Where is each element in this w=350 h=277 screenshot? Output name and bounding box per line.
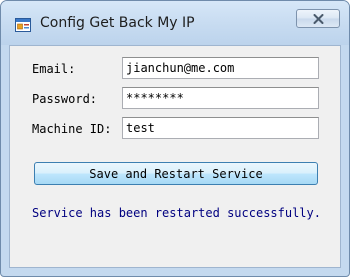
email-field[interactable] xyxy=(122,57,319,79)
machine-id-label: Machine ID: xyxy=(32,122,112,136)
title-bar[interactable]: Config Get Back My IP xyxy=(1,1,349,45)
form-panel: Email: Password: Machine ID: Save and Re… xyxy=(9,45,341,268)
close-icon xyxy=(313,14,324,24)
password-label: Password: xyxy=(32,92,98,106)
config-window: Config Get Back My IP Email: Password: M… xyxy=(0,0,350,277)
window-title: Config Get Back My IP xyxy=(40,15,195,31)
form-window-icon xyxy=(15,17,31,33)
email-label: Email: xyxy=(32,62,76,76)
save-and-restart-button[interactable]: Save and Restart Service xyxy=(34,162,318,185)
machine-id-field[interactable] xyxy=(122,117,319,139)
close-button[interactable] xyxy=(296,9,340,28)
status-message: Service has been restarted successfully. xyxy=(32,206,321,220)
password-field[interactable] xyxy=(122,87,319,109)
